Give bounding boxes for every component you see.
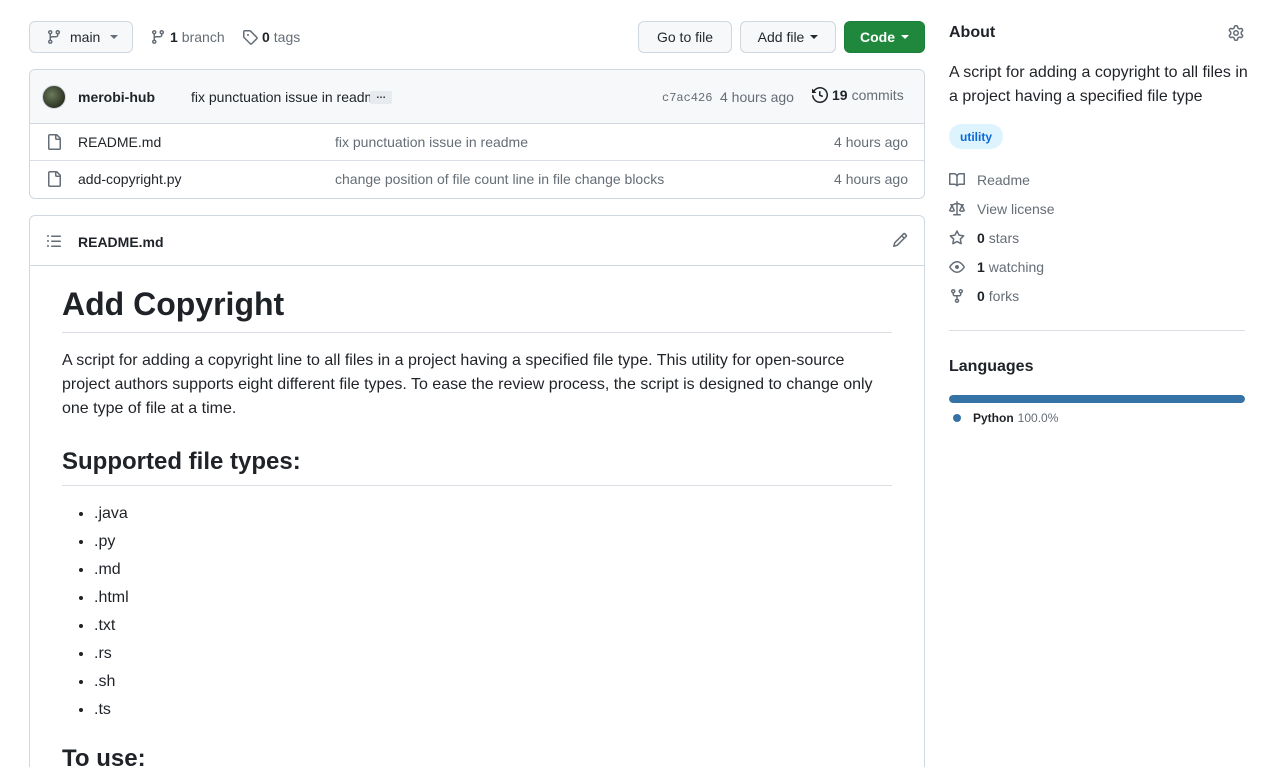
watching-count: 1 xyxy=(977,259,985,275)
add-file-label: Add file xyxy=(757,29,805,45)
chevron-down-icon xyxy=(810,35,819,39)
stars-label: stars xyxy=(988,230,1020,246)
file-list: merobi-hub fix punctuation issue in read… xyxy=(29,69,925,199)
list-item: .sh xyxy=(94,670,892,694)
add-file-button[interactable]: Add file xyxy=(740,21,836,53)
about-heading: About xyxy=(949,24,996,41)
go-to-file-button[interactable]: Go to file xyxy=(638,21,732,53)
branches-label: branch xyxy=(181,29,225,45)
file-row[interactable]: add-copyright.py change position of file… xyxy=(30,161,924,198)
language-color-dot xyxy=(953,414,961,422)
license-link[interactable]: View license xyxy=(949,199,1055,219)
topic-tag[interactable]: utility xyxy=(949,124,1003,149)
readme-link-label: Readme xyxy=(977,172,1030,188)
chevron-down-icon xyxy=(110,35,119,39)
readme-header: README.md xyxy=(30,216,924,266)
file-types-list: .java .py .md .html .txt .rs .sh .ts xyxy=(62,502,892,722)
forks-label: forks xyxy=(988,288,1020,304)
usage-heading: To use: xyxy=(62,745,146,767)
avatar[interactable] xyxy=(42,85,66,109)
pencil-icon[interactable] xyxy=(892,232,908,248)
readme-intro: A script for adding a copyright line to … xyxy=(62,352,873,417)
file-name[interactable]: add-copyright.py xyxy=(78,171,182,187)
list-item: .py xyxy=(94,530,892,554)
commits-link[interactable]: 19 commits xyxy=(812,87,904,103)
gear-icon[interactable] xyxy=(1228,25,1244,41)
list-item: .ts xyxy=(94,698,892,722)
branch-name: main xyxy=(70,29,101,45)
commit-time: 4 hours ago xyxy=(720,89,794,105)
watchers-link[interactable]: 1 watching xyxy=(949,257,1044,277)
file-commit-time: 4 hours ago xyxy=(834,171,908,187)
law-icon xyxy=(949,201,965,217)
readme-panel: README.md Add Copyright A script for add… xyxy=(29,215,925,767)
history-icon xyxy=(812,87,828,103)
language-name: Python xyxy=(973,411,1014,425)
commit-sha[interactable]: c7ac426 xyxy=(662,91,712,105)
supported-types-heading: Supported file types: xyxy=(62,447,892,486)
branches-link[interactable]: 1 branch xyxy=(150,21,225,53)
commit-author[interactable]: merobi-hub xyxy=(78,89,155,105)
code-label: Code xyxy=(860,29,895,45)
forks-link[interactable]: 0 forks xyxy=(949,286,1019,306)
about-description: A script for adding a copyright to all f… xyxy=(949,64,1248,105)
commits-label: commits xyxy=(851,87,904,103)
file-commit-time: 4 hours ago xyxy=(834,134,908,150)
file-commit-message[interactable]: change position of file count line in fi… xyxy=(335,171,664,187)
languages-bar xyxy=(949,395,1245,403)
tags-label: tags xyxy=(273,29,301,45)
list-item: .html xyxy=(94,586,892,610)
sidebar-divider xyxy=(949,330,1245,331)
readme-filename[interactable]: README.md xyxy=(78,234,164,250)
readme-link[interactable]: Readme xyxy=(949,170,1030,190)
forks-count: 0 xyxy=(977,288,985,304)
file-icon xyxy=(46,134,62,150)
git-branch-icon xyxy=(150,29,166,45)
languages-heading: Languages xyxy=(949,358,1034,375)
watching-label: watching xyxy=(988,259,1045,275)
file-icon xyxy=(46,171,62,187)
file-commit-message[interactable]: fix punctuation issue in readme xyxy=(335,134,528,150)
stars-link[interactable]: 0 stars xyxy=(949,228,1019,248)
commits-count: 19 xyxy=(832,87,848,103)
file-row[interactable]: README.md fix punctuation issue in readm… xyxy=(30,124,924,161)
code-button[interactable]: Code xyxy=(844,21,925,53)
branch-select-button[interactable]: main xyxy=(29,21,134,53)
language-item-python[interactable]: Python 100.0% xyxy=(953,411,1058,425)
list-unordered-icon[interactable] xyxy=(46,233,62,249)
stars-count: 0 xyxy=(977,230,985,246)
file-name[interactable]: README.md xyxy=(78,134,161,150)
book-icon xyxy=(949,172,965,188)
commit-message[interactable]: fix punctuation issue in readme xyxy=(191,89,384,105)
eye-icon xyxy=(949,259,965,275)
tags-link[interactable]: 0 tags xyxy=(242,21,300,53)
list-item: .md xyxy=(94,558,892,582)
commit-expand-button[interactable]: … xyxy=(370,91,392,104)
language-percent: 100.0% xyxy=(1017,411,1059,425)
tag-icon xyxy=(242,29,258,45)
chevron-down-icon xyxy=(901,35,909,39)
go-to-file-label: Go to file xyxy=(656,29,714,45)
license-link-label: View license xyxy=(977,201,1055,217)
readme-title: Add Copyright xyxy=(62,284,892,333)
list-item: .rs xyxy=(94,642,892,666)
latest-commit-bar: merobi-hub fix punctuation issue in read… xyxy=(30,70,924,124)
readme-body: Add Copyright A script for adding a copy… xyxy=(30,266,924,767)
tags-count: 0 xyxy=(262,29,270,45)
repo-forked-icon xyxy=(949,288,965,304)
branches-count: 1 xyxy=(170,29,178,45)
languages-bar-fill-python xyxy=(949,395,1245,403)
git-branch-icon xyxy=(46,29,62,45)
star-icon xyxy=(949,230,965,246)
list-item: .txt xyxy=(94,614,892,638)
list-item: .java xyxy=(94,502,892,526)
